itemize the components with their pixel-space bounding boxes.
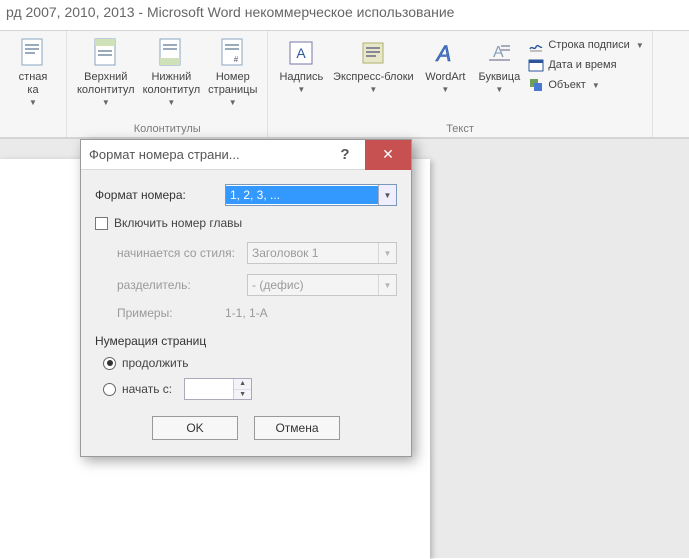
dropcap-button[interactable]: A Буквица ▼	[472, 33, 526, 94]
calendar-icon	[528, 57, 544, 73]
page-number-icon: #	[217, 37, 249, 69]
textbox-icon: A	[285, 37, 317, 69]
svg-text:#: #	[234, 55, 239, 64]
wordart-button[interactable]: A WordArt ▼	[418, 33, 472, 94]
page-numbering-section-label: Нумерация страниц	[95, 334, 397, 348]
object-icon	[528, 77, 544, 93]
chevron-down-icon: ▼	[102, 98, 110, 107]
dialog-titlebar: Формат номера страни... ? ✕	[81, 140, 411, 170]
wordart-icon: A	[429, 37, 461, 69]
window-title-bar: рд 2007, 2010, 2013 - Microsoft Word нек…	[0, 0, 689, 30]
chevron-down-icon: ▼	[378, 275, 396, 295]
separator-label: разделитель:	[117, 278, 247, 292]
object-button[interactable]: Объект ▼	[528, 77, 643, 93]
start-at-input[interactable]	[185, 379, 233, 399]
chevron-down-icon: ▼	[229, 98, 237, 107]
chevron-down-icon: ▼	[167, 98, 175, 107]
cancel-button[interactable]: Отмена	[254, 416, 340, 440]
quick-parts-button[interactable]: Экспресс-блоки ▼	[328, 33, 418, 94]
radio-on-icon	[103, 357, 116, 370]
group-text-label: Текст	[274, 123, 645, 137]
checkbox-icon	[95, 217, 108, 230]
ribbon: стная ка ▼ Верхний колонтитул ▼	[0, 30, 689, 138]
dialog-title: Формат номера страни...	[81, 147, 325, 162]
spinner-up-icon[interactable]: ▲	[234, 379, 251, 390]
chevron-down-icon: ▼	[29, 98, 37, 107]
header-icon	[90, 37, 122, 69]
textbox-button[interactable]: A Надпись ▼	[274, 33, 328, 94]
svg-text:A: A	[297, 45, 307, 61]
page-number-format-dialog: Формат номера страни... ? ✕ Формат номер…	[80, 139, 412, 457]
spinner-down-icon[interactable]: ▼	[234, 390, 251, 400]
chevron-down-icon: ▼	[495, 85, 503, 94]
chevron-down-icon: ▼	[369, 85, 377, 94]
chapter-style-combo: Заголовок 1 ▼	[247, 242, 397, 264]
footer-icon	[155, 37, 187, 69]
ribbon-fragment-button[interactable]: стная ка ▼	[6, 33, 60, 107]
start-at-spinner[interactable]: ▲ ▼	[184, 378, 252, 400]
separator-combo: - (дефис) ▼	[247, 274, 397, 296]
close-button[interactable]: ✕	[365, 140, 411, 170]
chevron-down-icon: ▼	[592, 81, 600, 90]
signature-line-button[interactable]: Строка подписи ▼	[528, 37, 643, 53]
examples-label: Примеры:	[117, 306, 225, 320]
number-format-combo[interactable]: 1, 2, 3, ... ▼	[225, 184, 397, 206]
continue-radio[interactable]: продолжить	[103, 356, 397, 370]
ok-button[interactable]: OK	[152, 416, 238, 440]
start-at-radio[interactable]: начать с: ▲ ▼	[103, 378, 397, 400]
document-area: Формат номера страни... ? ✕ Формат номер…	[0, 138, 689, 558]
chevron-down-icon: ▼	[378, 185, 396, 205]
page-icon	[17, 37, 49, 69]
include-chapter-checkbox[interactable]: Включить номер главы	[95, 216, 397, 230]
number-format-label: Формат номера:	[95, 188, 225, 202]
radio-off-icon	[103, 383, 116, 396]
examples-value: 1-1, 1-A	[225, 306, 268, 320]
page-number-button[interactable]: # Номер страницы ▼	[204, 33, 261, 107]
header-button[interactable]: Верхний колонтитул ▼	[73, 33, 139, 107]
help-button[interactable]: ?	[325, 140, 365, 170]
chapter-style-label: начинается со стиля:	[117, 246, 247, 260]
footer-button[interactable]: Нижний колонтитул ▼	[139, 33, 205, 107]
close-icon: ✕	[382, 146, 394, 163]
chevron-down-icon: ▼	[636, 41, 644, 50]
dropcap-icon: A	[483, 37, 515, 69]
chevron-down-icon: ▼	[378, 243, 396, 263]
quick-parts-icon	[357, 37, 389, 69]
chevron-down-icon: ▼	[297, 85, 305, 94]
date-time-button[interactable]: Дата и время	[528, 57, 643, 73]
window-title: рд 2007, 2010, 2013 - Microsoft Word нек…	[6, 4, 454, 20]
chevron-down-icon: ▼	[441, 85, 449, 94]
svg-text:A: A	[435, 41, 452, 66]
signature-icon	[528, 37, 544, 53]
group-header-footer-label: Колонтитулы	[73, 123, 261, 137]
